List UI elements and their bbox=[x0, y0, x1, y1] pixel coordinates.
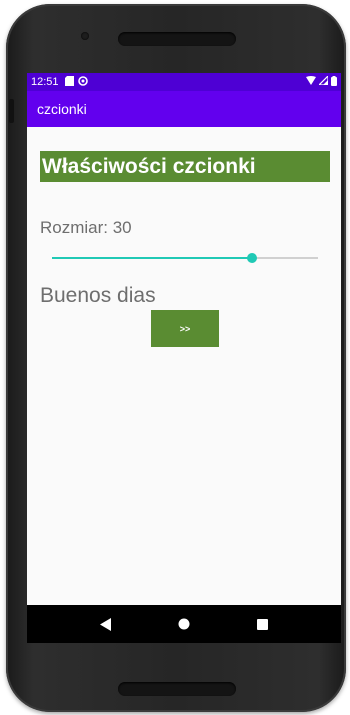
battery-icon bbox=[331, 75, 337, 89]
signal-icon bbox=[317, 74, 329, 88]
front-camera bbox=[81, 32, 89, 40]
side-button bbox=[9, 99, 14, 123]
font-size-label: Rozmiar: 30 bbox=[40, 218, 132, 237]
app-title: czcionki bbox=[37, 101, 87, 117]
recents-icon[interactable] bbox=[256, 618, 268, 630]
next-button[interactable]: >> bbox=[151, 310, 219, 347]
font-properties-heading: Właściwości czcionki bbox=[40, 151, 330, 182]
bottom-speaker bbox=[118, 682, 236, 696]
sd-card-icon bbox=[64, 75, 74, 89]
navigation-bar bbox=[27, 605, 341, 643]
font-size-slider[interactable] bbox=[52, 249, 318, 267]
slider-thumb[interactable] bbox=[246, 253, 257, 263]
slider-fill bbox=[52, 257, 252, 259]
device-screen: 12:51 czcionki Właściwości czcionki Rozm… bbox=[27, 73, 341, 643]
wifi-icon bbox=[306, 76, 316, 88]
earpiece-speaker bbox=[118, 32, 236, 46]
status-bar: 12:51 bbox=[27, 73, 341, 91]
home-icon[interactable] bbox=[178, 618, 190, 630]
status-right-icons bbox=[306, 74, 337, 89]
back-icon[interactable] bbox=[100, 617, 112, 631]
status-time: 12:51 bbox=[31, 76, 59, 88]
sample-text: Buenos dias bbox=[40, 284, 156, 307]
app-bar: czcionki bbox=[27, 91, 341, 127]
sync-icon bbox=[77, 75, 88, 89]
